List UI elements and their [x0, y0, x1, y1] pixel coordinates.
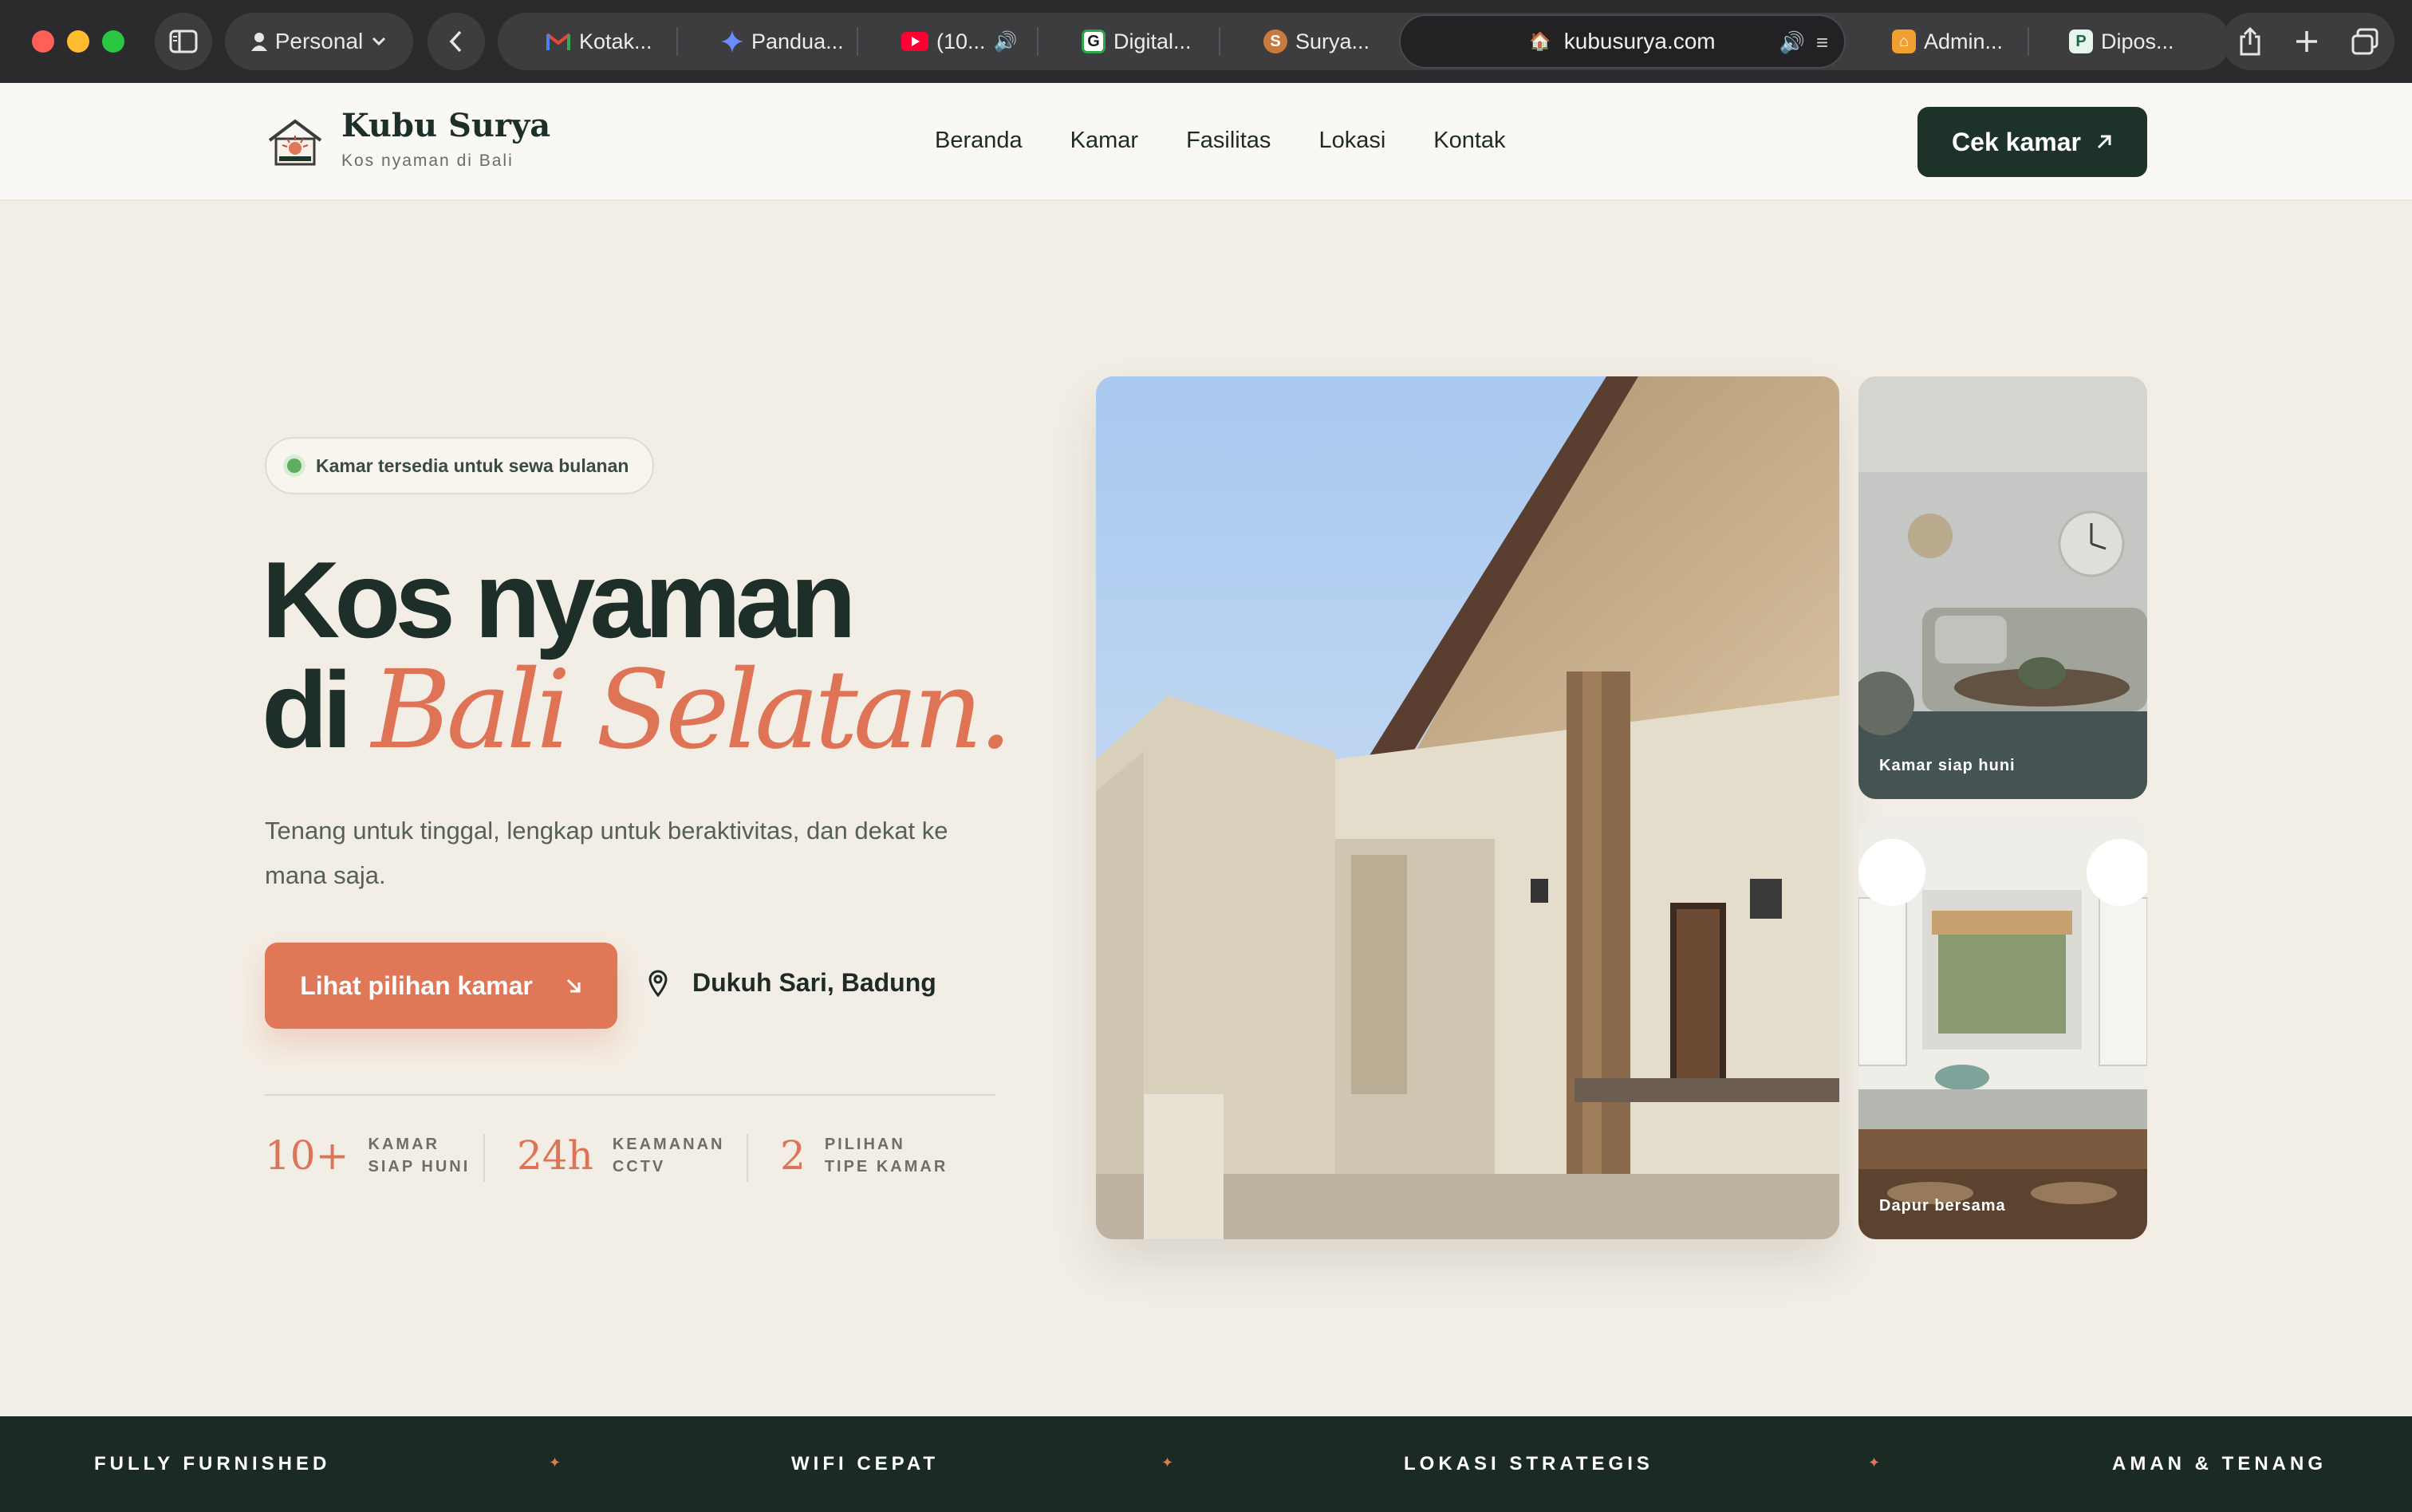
stat-rooms-label1: KAMAR — [368, 1136, 439, 1153]
browser-toolbar: Personal Kotak... Pandua... (10... 🔊 G D… — [0, 0, 2412, 83]
p-icon: P — [2069, 30, 2093, 53]
close-window-button[interactable] — [32, 30, 54, 53]
stats-divider — [265, 1094, 995, 1096]
stat-security-label2: CCTV — [612, 1158, 666, 1175]
person-icon — [250, 33, 267, 51]
hero-title-line1: Kos nyaman — [262, 539, 857, 660]
back-button[interactable] — [428, 13, 485, 70]
stat-rooms-label2: SIAP HUNI — [368, 1158, 471, 1175]
star-icon: ✦ — [549, 1455, 562, 1471]
main-nav: Beranda Kamar Fasilitas Lokasi Kontak — [935, 128, 1506, 154]
nav-beranda[interactable]: Beranda — [935, 128, 1023, 154]
location-text: Dukuh Sari, Badung — [692, 968, 936, 997]
arrow-up-right-icon — [2097, 135, 2111, 149]
lihat-pilihan-kamar-button[interactable]: Lihat pilihan kamar — [265, 943, 617, 1029]
site-header: Kubu Surya Kos nyaman di Bali Beranda Ka… — [0, 83, 2412, 201]
availability-badge: Kamar tersedia untuk sewa bulanan — [265, 437, 654, 494]
tab-overview-icon[interactable] — [2351, 28, 2378, 55]
share-icon[interactable] — [2238, 27, 2262, 56]
room-photo: Kamar siap huni — [1858, 376, 2147, 799]
lihat-pilihan-kamar-label: Lihat pilihan kamar — [300, 971, 533, 1000]
brand-name[interactable]: Kubu Surya — [341, 107, 550, 144]
kitchen-photo: Dapur bersama — [1858, 818, 2147, 1239]
hero-subtitle: Tenang untuk tinggal, lengkap untuk bera… — [265, 817, 948, 889]
stat-room-types-value: 2 — [780, 1132, 806, 1179]
stat-room-types-label1: PILIHAN — [824, 1136, 905, 1153]
nav-kontak[interactable]: Kontak — [1433, 128, 1505, 154]
g-icon: G — [1082, 30, 1106, 53]
tab-gmail[interactable]: Kotak... — [546, 13, 652, 70]
new-tab-icon[interactable] — [2295, 30, 2319, 53]
nav-lokasi[interactable]: Lokasi — [1318, 128, 1385, 154]
sidebar-icon — [169, 30, 198, 53]
stat-security-label1: KEAMANAN — [612, 1136, 725, 1153]
kitchen-caption: Dapur bersama — [1879, 1197, 2006, 1215]
address-text: kubusurya.com — [1563, 29, 1716, 53]
admin-icon: ⌂ — [1892, 30, 1916, 53]
map-pin-icon — [648, 970, 668, 997]
tab-surya[interactable]: S Surya... — [1263, 13, 1370, 70]
brand-tagline: Kos nyaman di Bali — [341, 152, 514, 170]
nav-kamar[interactable]: Kamar — [1070, 128, 1138, 154]
cek-kamar-label: Cek kamar — [1952, 127, 2081, 156]
sidebar-toggle-button[interactable] — [155, 13, 212, 70]
profile-button[interactable]: Personal — [225, 13, 413, 70]
hero-title-accent: Bali Selatan. — [371, 648, 1013, 774]
tab-gemini[interactable]: Pandua... — [721, 13, 844, 70]
gmail-icon — [546, 33, 571, 50]
minimize-window-button[interactable] — [67, 30, 89, 53]
s-icon: S — [1263, 30, 1287, 53]
stat-room-types: 2 PILIHAN TIPE KAMAR — [780, 1132, 948, 1179]
ribbon-item-lokasi: LOKASI STRATEGIS — [1404, 1453, 1653, 1475]
tab-dipos[interactable]: P Dipos... — [2069, 13, 2174, 70]
stat-rooms: 10+ KAMAR SIAP HUNI — [265, 1132, 470, 1179]
nav-fasilitas[interactable]: Fasilitas — [1186, 128, 1271, 154]
chevron-left-icon — [449, 30, 462, 53]
toolbar-actions — [2222, 13, 2394, 70]
speaker-icon[interactable]: 🔊 — [994, 30, 1018, 53]
hero-title-line2: di Bali Selatan. — [262, 656, 1013, 765]
cek-kamar-button[interactable]: Cek kamar — [1917, 107, 2147, 177]
location-link[interactable]: Dukuh Sari, Badung — [648, 968, 936, 998]
room-caption: Kamar siap huni — [1879, 757, 2016, 774]
star-icon: ✦ — [1161, 1455, 1174, 1471]
reader-mode-icon[interactable]: ≡ — [1816, 30, 1828, 55]
stat-room-types-label2: TIPE KAMAR — [824, 1158, 948, 1175]
tab-digital[interactable]: G Digital... — [1082, 13, 1192, 70]
stat-rooms-value: 10+ — [265, 1132, 349, 1179]
arrow-down-right-icon — [566, 978, 581, 993]
ribbon-item-aman: AMAN & TENANG — [2112, 1453, 2327, 1475]
ribbon-item-wifi: WIFI CEPAT — [791, 1453, 940, 1475]
star-icon: ✦ — [1868, 1455, 1881, 1471]
tab-admin[interactable]: ⌂ Admin... — [1892, 13, 2003, 70]
address-bar[interactable]: 🏠 kubusurya.com 🔊 ≡ — [1399, 14, 1846, 69]
ribbon-item-furnished: FULLY FURNISHED — [94, 1453, 331, 1475]
tab-youtube[interactable]: (10... 🔊 — [901, 13, 1017, 70]
stat-security-value: 24h — [517, 1132, 593, 1179]
building-photo — [1096, 376, 1839, 1239]
audio-playing-icon[interactable]: 🔊 — [1779, 30, 1804, 55]
zoom-window-button[interactable] — [102, 30, 124, 53]
youtube-icon — [901, 32, 928, 51]
availability-text: Kamar tersedia untuk sewa bulanan — [316, 455, 629, 476]
site-favicon-icon: 🏠 — [1529, 31, 1551, 51]
gemini-icon — [721, 30, 743, 53]
chevron-down-icon — [372, 37, 386, 46]
hero-title-prefix: di — [262, 649, 353, 770]
features-ribbon: FULLY FURNISHED ✦ WIFI CEPAT ✦ LOKASI ST… — [0, 1416, 2412, 1512]
profile-label: Personal — [274, 29, 364, 53]
stat-security: 24h KEAMANAN CCTV — [517, 1132, 725, 1179]
logo-icon[interactable] — [266, 116, 324, 167]
status-dot-icon — [287, 459, 302, 473]
